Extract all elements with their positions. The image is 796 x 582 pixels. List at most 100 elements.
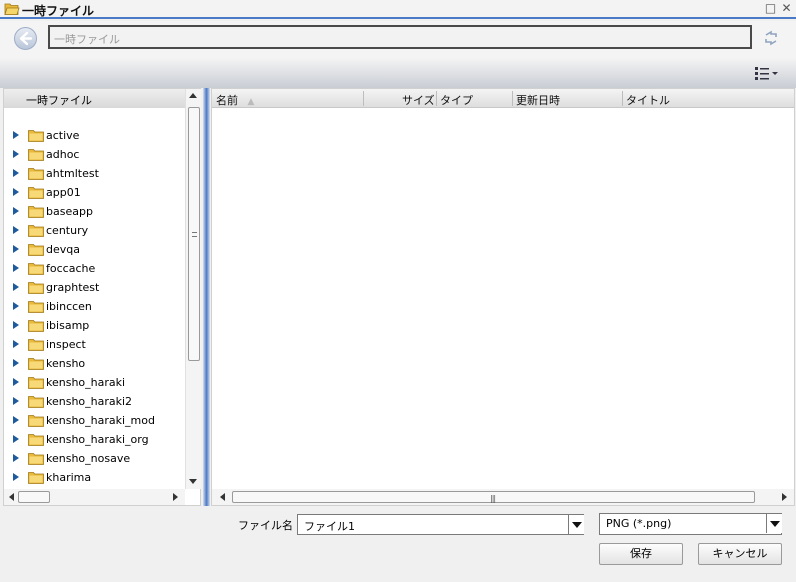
expand-arrow-icon[interactable] bbox=[13, 264, 19, 272]
grip-icon: ||| bbox=[490, 494, 496, 503]
tree-item-label: century bbox=[46, 224, 89, 237]
column-modified[interactable]: 更新日時 bbox=[516, 92, 560, 108]
scroll-right-icon[interactable] bbox=[173, 493, 178, 501]
expand-arrow-icon[interactable] bbox=[13, 321, 19, 329]
tree-item-label: app01 bbox=[46, 186, 81, 199]
filename-input[interactable]: ファイル1 bbox=[304, 518, 355, 534]
tree-item[interactable]: ibinccen bbox=[4, 297, 185, 316]
expand-arrow-icon[interactable] bbox=[13, 340, 19, 348]
expand-arrow-icon[interactable] bbox=[13, 283, 19, 291]
tree-item[interactable]: kensho_nosave bbox=[4, 449, 185, 468]
expand-arrow-icon[interactable] bbox=[13, 169, 19, 177]
folder-icon bbox=[28, 434, 44, 446]
tree-item[interactable]: kensho_haraki_org bbox=[4, 430, 185, 449]
expand-arrow-icon[interactable] bbox=[13, 302, 19, 310]
tree-item-label: baseapp bbox=[46, 205, 93, 218]
expand-arrow-icon[interactable] bbox=[13, 150, 19, 158]
folder-icon bbox=[28, 472, 44, 484]
tree-item-label: foccache bbox=[46, 262, 96, 275]
filetype-value: PNG (*.png) bbox=[606, 517, 672, 530]
tree-item[interactable]: ahtmltest bbox=[4, 164, 185, 183]
folder-icon bbox=[28, 149, 44, 161]
pane-splitter[interactable] bbox=[203, 88, 210, 506]
filetype-select[interactable]: PNG (*.png) bbox=[599, 513, 782, 535]
tree-item[interactable]: inspect bbox=[4, 335, 185, 354]
view-options-icon[interactable] bbox=[754, 65, 780, 81]
expand-arrow-icon[interactable] bbox=[13, 245, 19, 253]
scroll-left-icon[interactable] bbox=[220, 493, 225, 501]
column-name-label: 名前 bbox=[216, 94, 238, 107]
column-divider[interactable] bbox=[512, 91, 513, 106]
tree-item[interactable]: foccache bbox=[4, 259, 185, 278]
toolbar bbox=[0, 58, 796, 88]
expand-arrow-icon[interactable] bbox=[13, 435, 19, 443]
tree-item[interactable]: active bbox=[4, 126, 185, 145]
column-divider[interactable] bbox=[622, 91, 623, 106]
cancel-button[interactable]: キャンセル bbox=[698, 543, 782, 565]
tree-item[interactable]: kensho bbox=[4, 354, 185, 373]
tree-item-label: ibisamp bbox=[46, 319, 90, 332]
tree-item[interactable]: adhoc bbox=[4, 145, 185, 164]
tree-item[interactable]: app01 bbox=[4, 183, 185, 202]
refresh-icon[interactable] bbox=[762, 29, 780, 47]
tree-root-header[interactable]: 一時ファイル bbox=[4, 89, 185, 108]
folder-tree-pane: 一時ファイル active adhoc ahtmltest app01 baseapp c… bbox=[3, 88, 201, 506]
tree-item-label: kensho_haraki_mod bbox=[46, 414, 155, 427]
folder-icon bbox=[28, 377, 44, 389]
tree-item[interactable]: baseapp bbox=[4, 202, 185, 221]
expand-arrow-icon[interactable] bbox=[13, 131, 19, 139]
expand-arrow-icon[interactable] bbox=[13, 454, 19, 462]
expand-arrow-icon[interactable] bbox=[13, 397, 19, 405]
scroll-down-icon[interactable] bbox=[189, 479, 197, 484]
scroll-thumb[interactable] bbox=[188, 107, 200, 361]
tree-item[interactable]: kensho_haraki_mod bbox=[4, 411, 185, 430]
tree-item[interactable]: century bbox=[4, 221, 185, 240]
chevron-down-icon[interactable] bbox=[766, 514, 782, 533]
path-field[interactable]: 一時ファイル bbox=[48, 25, 752, 49]
scroll-right-icon[interactable] bbox=[782, 493, 787, 501]
tree-vertical-scrollbar[interactable] bbox=[185, 89, 201, 489]
column-title[interactable]: タイトル bbox=[626, 92, 670, 108]
column-divider[interactable] bbox=[436, 91, 437, 106]
save-button[interactable]: 保存 bbox=[599, 543, 683, 565]
file-list-pane: 名前 ▲ サイズ タイプ 更新日時 タイトル ||| bbox=[211, 88, 795, 506]
expand-arrow-icon[interactable] bbox=[13, 226, 19, 234]
tree-item[interactable]: graphtest bbox=[4, 278, 185, 297]
scroll-up-icon[interactable] bbox=[189, 93, 197, 98]
column-divider[interactable] bbox=[363, 91, 364, 106]
close-icon[interactable]: ✕ bbox=[780, 2, 793, 15]
tree-item-label: kharima bbox=[46, 471, 92, 484]
sort-ascending-icon: ▲ bbox=[247, 97, 255, 107]
tree-item-label: ibinccen bbox=[46, 300, 92, 313]
expand-arrow-icon[interactable] bbox=[13, 188, 19, 196]
tree-horizontal-scrollbar[interactable] bbox=[4, 489, 185, 505]
tree-item[interactable]: ibisamp bbox=[4, 316, 185, 335]
column-size[interactable]: サイズ bbox=[402, 92, 435, 108]
tree-item[interactable]: devqa bbox=[4, 240, 185, 259]
tree-item[interactable]: kensho_haraki2 bbox=[4, 392, 185, 411]
scroll-thumb[interactable]: ||| bbox=[232, 491, 755, 503]
column-type[interactable]: タイプ bbox=[440, 92, 473, 108]
filename-combobox[interactable]: ファイル1 bbox=[297, 514, 584, 535]
column-name[interactable]: 名前 ▲ bbox=[216, 92, 254, 108]
expand-arrow-icon[interactable] bbox=[13, 473, 19, 481]
tree-item-label: active bbox=[46, 129, 80, 142]
tree-item-label: adhoc bbox=[46, 148, 80, 161]
folder-open-icon bbox=[4, 3, 20, 15]
folder-icon bbox=[28, 206, 44, 218]
tree-item[interactable]: kensho_haraki bbox=[4, 373, 185, 392]
folder-icon bbox=[28, 339, 44, 351]
file-list-horizontal-scrollbar[interactable]: ||| bbox=[212, 489, 794, 505]
scroll-left-icon[interactable] bbox=[9, 493, 14, 501]
expand-arrow-icon[interactable] bbox=[13, 359, 19, 367]
expand-arrow-icon[interactable] bbox=[13, 378, 19, 386]
expand-arrow-icon[interactable] bbox=[13, 207, 19, 215]
back-button[interactable] bbox=[14, 27, 37, 50]
navigation-bar: 一時ファイル bbox=[0, 21, 796, 58]
chevron-down-icon[interactable] bbox=[568, 515, 584, 534]
maximize-icon[interactable]: □ bbox=[764, 2, 777, 15]
scroll-thumb[interactable] bbox=[18, 491, 50, 503]
tree-item[interactable]: kharima bbox=[4, 468, 185, 487]
expand-arrow-icon[interactable] bbox=[13, 416, 19, 424]
tree-item-label: kensho_haraki2 bbox=[46, 395, 133, 408]
